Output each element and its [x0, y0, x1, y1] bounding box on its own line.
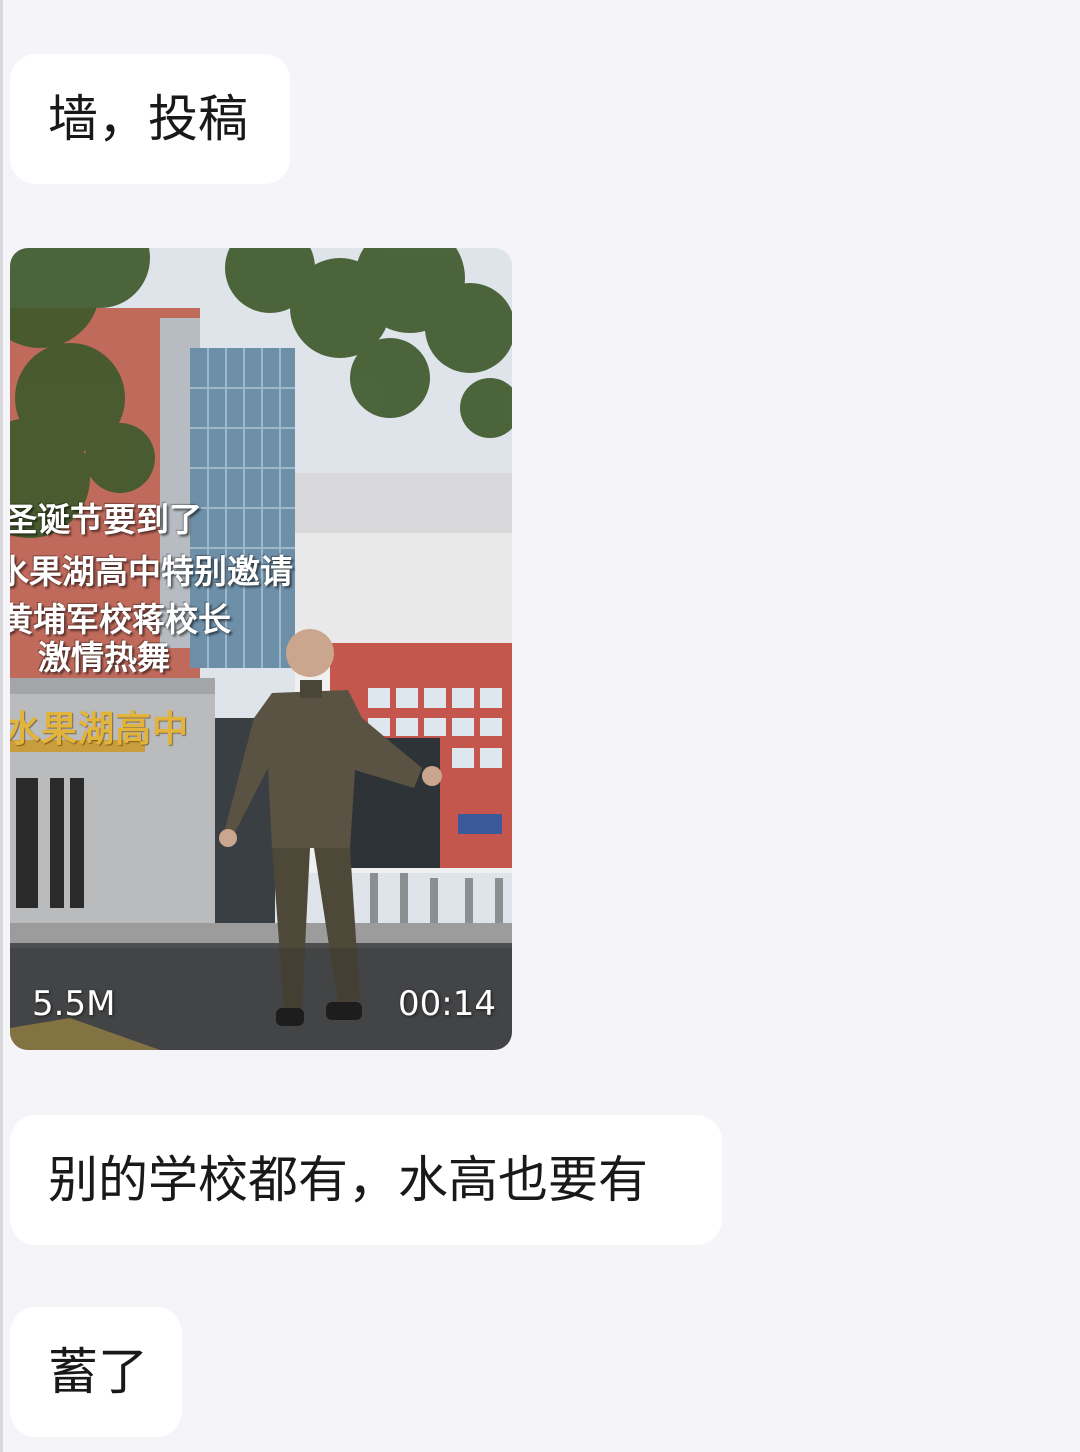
message-bubble[interactable]: 别的学校都有，水高也要有: [10, 1115, 722, 1245]
message-bubble[interactable]: 蓄了: [10, 1307, 182, 1437]
message-text: 墙，投稿: [48, 90, 248, 148]
screen-edge: [0, 0, 3, 1452]
video-file-size: 5.5M: [32, 984, 116, 1024]
message-bubble[interactable]: 墙，投稿: [10, 54, 290, 184]
video-caption-line: 激情热舞: [38, 638, 170, 677]
message-text: 别的学校都有，水高也要有: [48, 1151, 648, 1209]
message-text: 蓄了: [48, 1343, 148, 1401]
video-message[interactable]: 圣诞节要到了 水果湖高中特别邀请 黄埔军校蒋校长 激情热舞 水果湖高中 5.5M…: [10, 248, 512, 1050]
video-caption-line: 水果湖高中特别邀请: [10, 552, 293, 591]
school-sign: 水果湖高中: [10, 709, 190, 750]
video-duration: 00:14: [398, 984, 496, 1024]
video-caption-line: 圣诞节要到了: [10, 500, 202, 539]
